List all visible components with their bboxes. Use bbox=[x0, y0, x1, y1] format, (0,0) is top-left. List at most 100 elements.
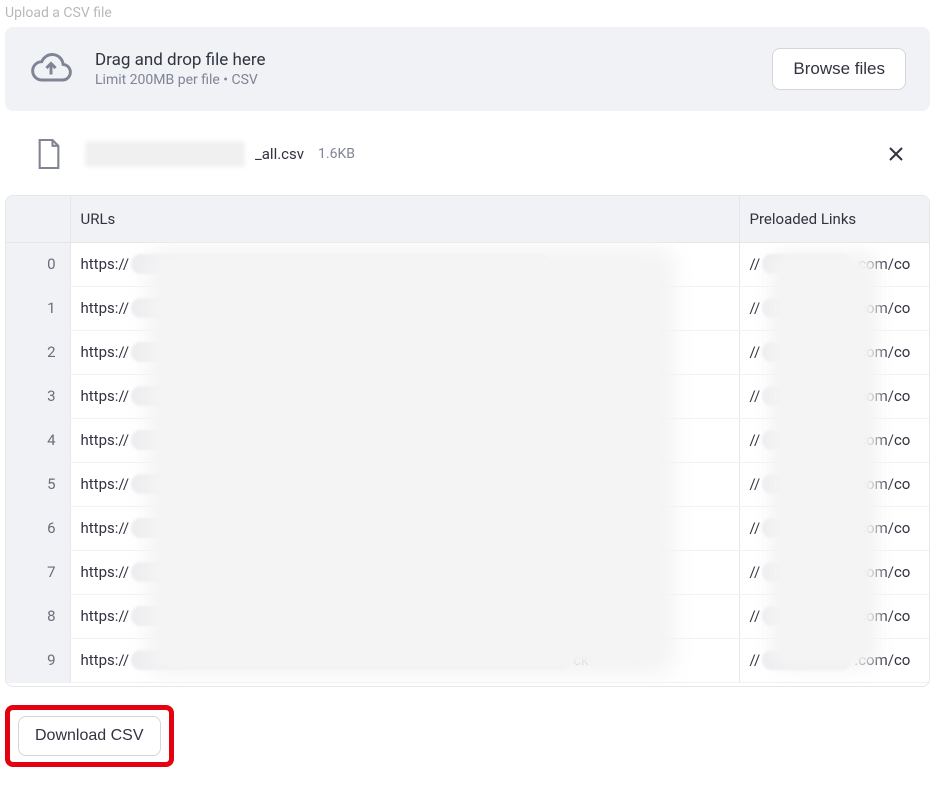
row-index: 7 bbox=[6, 550, 70, 594]
link-prefix: // bbox=[750, 651, 761, 669]
link-suffix: .com/co bbox=[854, 519, 910, 537]
link-prefix: // bbox=[750, 299, 761, 317]
url-redacted bbox=[131, 386, 551, 406]
link-prefix: // bbox=[750, 607, 761, 625]
url-redacted bbox=[131, 518, 551, 538]
url-prefix: https:// bbox=[81, 475, 130, 493]
row-index: 0 bbox=[6, 242, 70, 286]
link-suffix: .com/co bbox=[854, 607, 910, 625]
url-prefix: https:// bbox=[81, 299, 130, 317]
link-suffix: .com/co bbox=[854, 343, 910, 361]
link-suffix: .com/co bbox=[854, 651, 910, 669]
col-index[interactable] bbox=[6, 196, 70, 242]
row-index: 6 bbox=[6, 506, 70, 550]
cell-url: https:// ck bbox=[70, 638, 739, 682]
upload-section-label: Upload a CSV file bbox=[5, 5, 930, 21]
url-redacted bbox=[131, 342, 551, 362]
url-prefix: https:// bbox=[81, 431, 130, 449]
download-csv-button[interactable]: Download CSV bbox=[18, 716, 161, 756]
link-prefix: // bbox=[750, 343, 761, 361]
data-table-container[interactable]: URLs Preloaded Links 0https:////.com/co1… bbox=[5, 195, 930, 687]
url-redacted bbox=[131, 474, 551, 494]
cell-preloaded-link: // .com/co bbox=[739, 638, 929, 682]
link-suffix: .com/co bbox=[854, 387, 910, 405]
table-row[interactable]: 2 https:// // .com/co bbox=[6, 330, 929, 374]
link-prefix: // bbox=[750, 387, 761, 405]
link-prefix: // bbox=[750, 431, 761, 449]
uploaded-file-row: _all.csv 1.6KB bbox=[5, 129, 930, 179]
cell-url: https:// bbox=[70, 330, 739, 374]
dropzone-text: Drag and drop file here Limit 200MB per … bbox=[95, 50, 265, 88]
cell-url: https:// bbox=[70, 462, 739, 506]
cell-preloaded-link: // .com/co bbox=[739, 594, 929, 638]
url-redacted bbox=[131, 298, 551, 318]
link-prefix: // bbox=[750, 255, 761, 273]
row-index: 1 bbox=[6, 286, 70, 330]
cell-url: https:// bbox=[70, 286, 739, 330]
table-row[interactable]: 5 https:// //.com/co bbox=[6, 462, 929, 506]
dropzone-title: Drag and drop file here bbox=[95, 50, 265, 70]
table-row[interactable]: 8https:////.com/co bbox=[6, 594, 929, 638]
file-name-suffix: _all.csv bbox=[255, 145, 304, 163]
data-table: URLs Preloaded Links 0https:////.com/co1… bbox=[6, 196, 929, 683]
table-row[interactable]: 4https://ck // .com/co bbox=[6, 418, 929, 462]
table-row[interactable]: 6 https:// //.com/co bbox=[6, 506, 929, 550]
cell-preloaded-link: // .com/co bbox=[739, 330, 929, 374]
table-header-row: URLs Preloaded Links bbox=[6, 196, 929, 242]
cell-preloaded-link: // .com/co bbox=[739, 418, 929, 462]
close-icon bbox=[888, 146, 904, 162]
cell-preloaded-link: // .com/co bbox=[739, 242, 929, 286]
cell-url: https://ck bbox=[70, 418, 739, 462]
file-name-redacted bbox=[85, 141, 245, 167]
row-index: 3 bbox=[6, 374, 70, 418]
link-redacted bbox=[762, 606, 852, 626]
link-suffix: .com/co bbox=[854, 431, 910, 449]
link-redacted bbox=[762, 518, 852, 538]
cloud-upload-icon bbox=[29, 47, 73, 91]
cell-url: https:// bbox=[70, 594, 739, 638]
link-redacted bbox=[762, 474, 852, 494]
cell-preloaded-link: //.com/co bbox=[739, 506, 929, 550]
cell-preloaded-link: //.com/co bbox=[739, 462, 929, 506]
cell-preloaded-link: // .com/co bbox=[739, 374, 929, 418]
url-prefix: https:// bbox=[81, 343, 130, 361]
browse-files-button[interactable]: Browse files bbox=[772, 48, 906, 90]
col-preloaded-links[interactable]: Preloaded Links bbox=[739, 196, 929, 242]
dropzone-content: Drag and drop file here Limit 200MB per … bbox=[29, 47, 265, 91]
url-redacted bbox=[131, 254, 551, 274]
row-index: 2 bbox=[6, 330, 70, 374]
link-suffix: .com/co bbox=[854, 255, 910, 273]
table-row[interactable]: 3 https:// // .com/co bbox=[6, 374, 929, 418]
url-redacted bbox=[131, 650, 571, 670]
cell-url: https:// bbox=[70, 374, 739, 418]
col-urls[interactable]: URLs bbox=[70, 196, 739, 242]
table-row[interactable]: 7https:////.com/co bbox=[6, 550, 929, 594]
link-redacted bbox=[762, 342, 852, 362]
table-row[interactable]: 9https://ck//.com/co bbox=[6, 638, 929, 682]
table-row[interactable]: 1 https:// // .com/co bbox=[6, 286, 929, 330]
link-redacted bbox=[762, 562, 852, 582]
row-index: 4 bbox=[6, 418, 70, 462]
url-prefix: https:// bbox=[81, 519, 130, 537]
url-prefix: https:// bbox=[81, 607, 130, 625]
link-redacted bbox=[762, 386, 852, 406]
url-prefix: https:// bbox=[81, 255, 130, 273]
link-redacted bbox=[762, 298, 852, 318]
url-prefix: https:// bbox=[81, 387, 130, 405]
cell-url: https:// bbox=[70, 242, 739, 286]
link-suffix: .com/co bbox=[854, 299, 910, 317]
table-row[interactable]: 0 https:// // .com/co bbox=[6, 242, 929, 286]
file-size: 1.6KB bbox=[318, 146, 355, 162]
url-prefix: https:// bbox=[81, 651, 130, 669]
download-highlight: Download CSV bbox=[5, 705, 174, 767]
file-icon bbox=[35, 137, 63, 171]
file-name: _all.csv 1.6KB bbox=[85, 141, 355, 167]
remove-file-button[interactable] bbox=[884, 142, 908, 166]
dropzone-subtitle: Limit 200MB per file • CSV bbox=[95, 72, 265, 88]
cell-preloaded-link: //.com/co bbox=[739, 550, 929, 594]
url-redacted bbox=[131, 562, 551, 582]
url-suffix: ck bbox=[573, 651, 588, 669]
file-dropzone[interactable]: Drag and drop file here Limit 200MB per … bbox=[5, 27, 930, 111]
link-suffix: .com/co bbox=[854, 563, 910, 581]
row-index: 5 bbox=[6, 462, 70, 506]
